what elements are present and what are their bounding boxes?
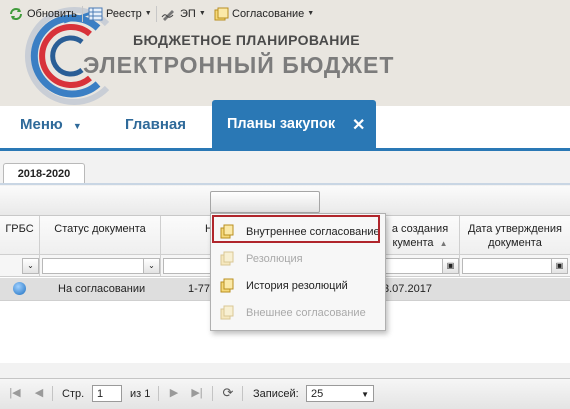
document-stack-icon — [220, 278, 234, 293]
table-icon — [88, 7, 103, 21]
approval-button[interactable] — [210, 191, 320, 213]
chevron-down-icon[interactable]: ⌄ — [22, 258, 39, 274]
row-status: На согласовании — [58, 283, 146, 295]
document-stack-icon — [220, 251, 234, 266]
filter-status: ⌄ — [40, 255, 161, 277]
toolbar-divider — [82, 6, 83, 22]
menu-item-resolution-history[interactable]: История резолюций — [211, 274, 385, 298]
first-page-icon[interactable]: |◀ — [8, 386, 22, 400]
row-number: 1-77 — [188, 283, 211, 295]
tab-purchase-plans-label: Планы закупок — [227, 116, 336, 132]
status-globe-icon — [13, 282, 26, 295]
records-per-page-value: 25 — [311, 388, 324, 400]
records-per-page-select[interactable]: 25 ▼ — [306, 385, 374, 402]
column-header-status[interactable]: Статус документа — [40, 216, 161, 255]
calendar-icon[interactable]: ▣ — [551, 258, 568, 274]
menu-item-label: Резолюция — [246, 253, 303, 265]
chevron-down-icon[interactable]: ⌄ — [143, 258, 160, 274]
nav-menu-label: Меню — [20, 116, 63, 133]
nav-menu[interactable]: Меню ▼ — [20, 116, 82, 133]
toolbar-divider — [212, 386, 213, 401]
approval-label: Согласование — [232, 8, 305, 20]
refresh-label: Обновить — [27, 8, 77, 20]
chevron-down-icon: ▼ — [198, 10, 206, 17]
page-number-input[interactable]: 1 — [92, 385, 122, 402]
signature-icon — [161, 10, 174, 21]
menu-item-label: Внешнее согласование — [246, 307, 366, 319]
calendar-icon[interactable]: ▣ — [442, 258, 459, 274]
app-title-line1: БЮДЖЕТНОЕ ПЛАНИРОВАНИЕ — [133, 32, 360, 48]
registry-button[interactable]: Реестр ▼ — [88, 6, 152, 22]
status-filter-input[interactable] — [42, 258, 144, 274]
close-icon[interactable]: ✕ — [352, 115, 365, 135]
column-header-label: ГРБС — [5, 223, 34, 235]
refresh-icon — [10, 8, 22, 20]
filter-created: ▣ — [381, 255, 460, 277]
filter-grbs: ⌄ — [0, 255, 40, 277]
prev-page-icon[interactable]: ◀ — [32, 386, 46, 400]
toolbar-divider — [52, 386, 53, 401]
chevron-down-icon: ▼ — [72, 121, 82, 131]
filter-approved: ▣ — [460, 255, 570, 277]
created-filter-input[interactable] — [383, 258, 443, 274]
ep-button[interactable]: ЭП ▼ — [161, 6, 206, 22]
column-header-label: Статус документа — [54, 223, 146, 235]
column-header-label: Дата утверждения — [468, 223, 562, 235]
selection-highlight — [212, 215, 380, 243]
tab-purchase-plans[interactable]: Планы закупок ✕ — [212, 100, 376, 148]
chevron-down-icon: ▼ — [361, 390, 369, 399]
toolbar-divider — [242, 386, 243, 401]
page-label: Стр. — [62, 388, 85, 400]
approval-button-content: Согласование ▼ — [214, 6, 314, 22]
toolbar-divider — [158, 386, 159, 401]
column-header-label: кумента — [392, 237, 434, 249]
ep-label: ЭП — [180, 8, 196, 20]
nav-home[interactable]: Главная — [125, 116, 186, 133]
toolbar-divider — [156, 6, 157, 22]
tab-year[interactable]: 2018-2020 — [3, 163, 85, 184]
document-stack-icon — [220, 305, 234, 320]
sort-asc-icon: ▲ — [439, 239, 448, 248]
column-header-approved[interactable]: Дата утверждения документа — [460, 216, 570, 255]
column-header-label: документа — [488, 237, 542, 249]
next-page-icon[interactable]: ▶ — [167, 386, 181, 400]
refresh-icon[interactable]: ⟳ — [221, 386, 235, 400]
column-header-label: а создания — [391, 223, 449, 235]
last-page-icon[interactable]: ▶| — [190, 386, 204, 400]
document-stack-icon — [214, 7, 229, 21]
page-total: из 1 — [130, 388, 151, 400]
records-label: Записей: — [253, 388, 299, 400]
registry-label: Реестр — [106, 8, 142, 20]
app-title-line2: ЭЛЕКТРОННЫЙ БЮДЖЕТ — [83, 52, 395, 78]
refresh-button[interactable]: Обновить — [8, 6, 77, 22]
chevron-down-icon: ▼ — [144, 10, 152, 17]
column-header-grbs[interactable]: ГРБС — [0, 216, 40, 255]
menu-item-external-approval: Внешнее согласование — [211, 301, 385, 325]
menu-item-resolution: Резолюция — [211, 247, 385, 271]
chevron-down-icon: ▼ — [307, 10, 315, 17]
tab-strip-line — [0, 183, 570, 185]
column-header-created[interactable]: а создания кумента ▲ — [381, 216, 460, 255]
approved-filter-input[interactable] — [462, 258, 552, 274]
row-created-date: 3.07.2017 — [383, 283, 432, 295]
menu-item-label: История резолюций — [246, 280, 348, 292]
